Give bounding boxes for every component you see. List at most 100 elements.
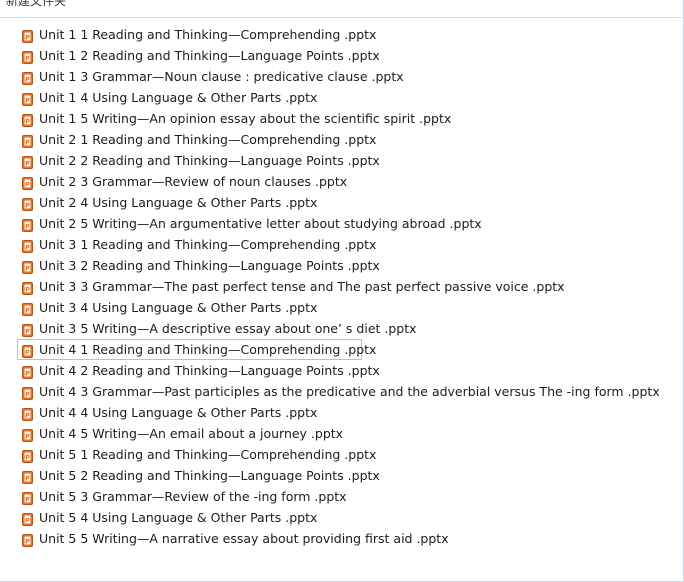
file-explorer-window: 新建文件夹 P Unit 1 1 Reading and Thinking—Com… — [0, 0, 684, 582]
file-item[interactable]: P Unit 2 1 Reading and Thinking—Comprehen… — [17, 129, 683, 150]
file-name: Unit 4 5 Writing—An email about a journe… — [39, 425, 344, 441]
svg-text:P: P — [25, 201, 30, 209]
file-name: Unit 4 2 Reading and Thinking—Language P… — [39, 362, 380, 378]
file-name: Unit 2 2 Reading and Thinking—Language P… — [39, 152, 380, 168]
svg-text:P: P — [25, 411, 30, 419]
svg-text:P: P — [25, 495, 30, 503]
file-item[interactable]: P Unit 1 3 Grammar—Noun clause : predicat… — [17, 66, 683, 87]
file-name: Unit 3 1 Reading and Thinking—Comprehend… — [39, 236, 377, 252]
powerpoint-file-icon: P — [22, 469, 33, 484]
svg-text:P: P — [25, 285, 30, 293]
powerpoint-file-icon: P — [22, 364, 33, 379]
file-list: P Unit 1 1 Reading and Thinking—Comprehen… — [0, 24, 683, 549]
file-name: Unit 2 4 Using Language & Other Parts .p… — [39, 194, 318, 210]
file-item[interactable]: P Unit 2 4 Using Language & Other Parts .… — [17, 192, 683, 213]
powerpoint-file-icon: P — [22, 343, 33, 358]
file-item[interactable]: P Unit 3 3 Grammar—The past perfect tense… — [17, 276, 683, 297]
file-item[interactable]: P Unit 4 1 Reading and Thinking—Comprehen… — [17, 339, 376, 360]
file-item[interactable]: P Unit 1 1 Reading and Thinking—Comprehen… — [17, 24, 683, 45]
file-name: Unit 3 3 Grammar—The past perfect tense … — [39, 278, 565, 294]
svg-text:P: P — [25, 348, 30, 356]
file-item[interactable]: P Unit 5 2 Reading and Thinking—Language … — [17, 465, 683, 486]
file-name: Unit 1 1 Reading and Thinking—Comprehend… — [39, 26, 377, 42]
powerpoint-file-icon: P — [22, 511, 33, 526]
file-item[interactable]: P Unit 3 4 Using Language & Other Parts .… — [17, 297, 683, 318]
powerpoint-file-icon: P — [22, 448, 33, 463]
file-item[interactable]: P Unit 4 5 Writing—An email about a journ… — [17, 423, 683, 444]
powerpoint-file-icon: P — [22, 175, 33, 190]
powerpoint-file-icon: P — [22, 280, 33, 295]
file-item[interactable]: P Unit 5 1 Reading and Thinking—Comprehen… — [17, 444, 683, 465]
powerpoint-file-icon: P — [22, 133, 33, 148]
powerpoint-file-icon: P — [22, 427, 33, 442]
powerpoint-file-icon: P — [22, 217, 33, 232]
file-item[interactable]: P Unit 2 2 Reading and Thinking—Language … — [17, 150, 683, 171]
svg-text:P: P — [25, 516, 30, 524]
file-item[interactable]: P Unit 1 4 Using Language & Other Parts .… — [17, 87, 683, 108]
powerpoint-file-icon: P — [22, 490, 33, 505]
file-name: Unit 1 3 Grammar—Noun clause : predicati… — [39, 68, 404, 84]
file-name: Unit 1 4 Using Language & Other Parts .p… — [39, 89, 318, 105]
powerpoint-file-icon: P — [22, 322, 33, 337]
svg-text:P: P — [25, 453, 30, 461]
powerpoint-file-icon: P — [22, 406, 33, 421]
powerpoint-file-icon: P — [22, 196, 33, 211]
svg-text:P: P — [25, 369, 30, 377]
svg-text:P: P — [25, 264, 30, 272]
svg-text:P: P — [25, 96, 30, 104]
file-item[interactable]: P Unit 4 2 Reading and Thinking—Language … — [17, 360, 683, 381]
svg-text:P: P — [25, 432, 30, 440]
file-name: Unit 5 1 Reading and Thinking—Comprehend… — [39, 446, 377, 462]
file-item[interactable]: P Unit 4 4 Using Language & Other Parts .… — [17, 402, 683, 423]
powerpoint-file-icon: P — [22, 259, 33, 274]
file-name: Unit 4 4 Using Language & Other Parts .p… — [39, 404, 318, 420]
powerpoint-file-icon: P — [22, 112, 33, 127]
file-name: Unit 5 4 Using Language & Other Parts .p… — [39, 509, 318, 525]
file-item[interactable]: P Unit 1 2 Reading and Thinking—Language … — [17, 45, 683, 66]
svg-text:P: P — [25, 75, 30, 83]
folder-header: 新建文件夹 — [0, 0, 683, 18]
file-name: Unit 3 2 Reading and Thinking—Language P… — [39, 257, 380, 273]
svg-text:P: P — [25, 537, 30, 545]
powerpoint-file-icon: P — [22, 532, 33, 547]
file-item[interactable]: P Unit 2 5 Writing—An argumentative lette… — [17, 213, 683, 234]
file-name: Unit 2 5 Writing—An argumentative letter… — [39, 215, 482, 231]
file-name: Unit 2 1 Reading and Thinking—Comprehend… — [39, 131, 377, 147]
powerpoint-file-icon: P — [22, 238, 33, 253]
file-item[interactable]: P Unit 1 5 Writing—An opinion essay about… — [17, 108, 683, 129]
svg-text:P: P — [25, 222, 30, 230]
file-name: Unit 5 5 Writing—A narrative essay about… — [39, 530, 449, 546]
file-item[interactable]: P Unit 3 5 Writing—A descriptive essay ab… — [17, 318, 683, 339]
file-name: Unit 4 1 Reading and Thinking—Comprehend… — [39, 341, 377, 357]
svg-text:P: P — [25, 390, 30, 398]
svg-text:P: P — [25, 327, 30, 335]
file-item[interactable]: P Unit 2 3 Grammar—Review of noun clauses… — [17, 171, 683, 192]
powerpoint-file-icon: P — [22, 70, 33, 85]
svg-text:P: P — [25, 159, 30, 167]
powerpoint-file-icon: P — [22, 49, 33, 64]
svg-text:P: P — [25, 33, 30, 41]
file-item[interactable]: P Unit 3 2 Reading and Thinking—Language … — [17, 255, 683, 276]
svg-text:P: P — [25, 117, 30, 125]
file-item[interactable]: P Unit 5 4 Using Language & Other Parts .… — [17, 507, 683, 528]
file-item[interactable]: P Unit 5 5 Writing—A narrative essay abou… — [17, 528, 683, 549]
file-item[interactable]: P Unit 5 3 Grammar—Review of the -ing for… — [17, 486, 683, 507]
svg-text:P: P — [25, 180, 30, 188]
svg-text:P: P — [25, 243, 30, 251]
file-name: Unit 5 3 Grammar—Review of the -ing form… — [39, 488, 347, 504]
file-name: Unit 3 4 Using Language & Other Parts .p… — [39, 299, 318, 315]
file-item[interactable]: P Unit 4 3 Grammar—Past participles as th… — [17, 381, 683, 402]
file-name: Unit 2 3 Grammar—Review of noun clauses … — [39, 173, 348, 189]
file-name: Unit 3 5 Writing—A descriptive essay abo… — [39, 320, 417, 336]
file-name: Unit 1 2 Reading and Thinking—Language P… — [39, 47, 380, 63]
powerpoint-file-icon: P — [22, 301, 33, 316]
svg-text:P: P — [25, 54, 30, 62]
powerpoint-file-icon: P — [22, 28, 33, 43]
file-name: Unit 5 2 Reading and Thinking—Language P… — [39, 467, 380, 483]
powerpoint-file-icon: P — [22, 91, 33, 106]
file-name: Unit 4 3 Grammar—Past participles as the… — [39, 383, 660, 399]
svg-text:P: P — [25, 138, 30, 146]
svg-text:P: P — [25, 306, 30, 314]
file-item[interactable]: P Unit 3 1 Reading and Thinking—Comprehen… — [17, 234, 683, 255]
svg-text:P: P — [25, 474, 30, 482]
